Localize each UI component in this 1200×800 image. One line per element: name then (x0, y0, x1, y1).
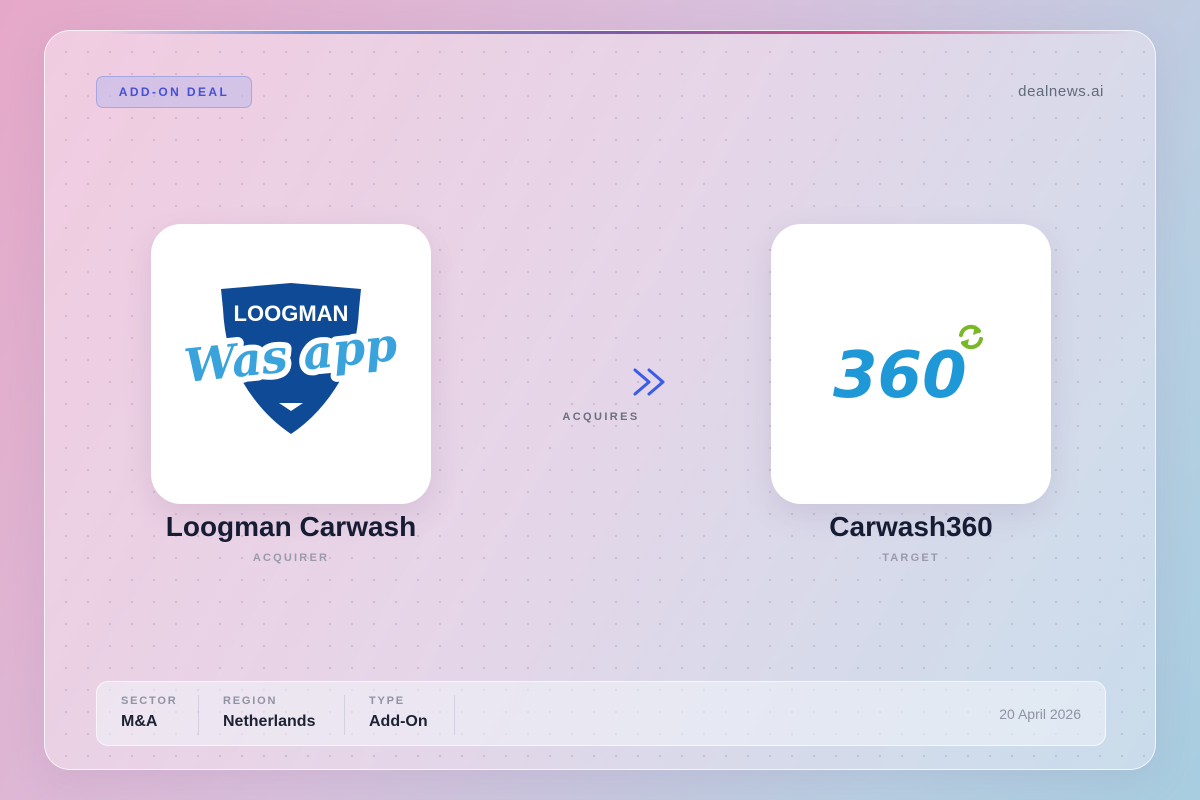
meta-type: TYPE Add-On (369, 695, 455, 735)
acquires-arrow (517, 364, 679, 400)
acquirer-name: Loogman Carwash (165, 511, 417, 542)
logo-text-main: Was app (182, 317, 400, 393)
loogman-washapp-logo: LOOGMAN Was app Was app (181, 283, 401, 434)
brand-name[interactable]: dealnews.ai (1018, 83, 1104, 100)
acquires-label: ACQUIRES (562, 411, 640, 423)
accent-gradient-line (105, 31, 1135, 34)
meta-region-label: REGION (223, 695, 278, 707)
target-logo-card: 360 (771, 224, 1051, 504)
meta-sector-value: M&A (121, 713, 158, 730)
meta-sector-label: SECTOR (121, 695, 178, 707)
acquirer-role: ACQUIRER (252, 552, 330, 564)
carwash360-logo: 360 (833, 324, 983, 413)
refresh-icon (959, 324, 983, 350)
deal-type-badge: ADD-ON DEAL (96, 76, 252, 108)
target-name: Carwash360 (829, 511, 993, 542)
deal-card: ADD-ON DEAL dealnews.ai LOOGMAN Was app … (44, 30, 1156, 770)
double-chevron-arrow-icon (517, 368, 665, 396)
logo-text-360: 360 (833, 339, 967, 413)
meta-type-label: TYPE (369, 695, 405, 707)
meta-region: REGION Netherlands (223, 695, 345, 735)
target-role: TARGET (882, 552, 940, 564)
meta-region-value: Netherlands (223, 713, 316, 730)
deal-date: 20 April 2026 (999, 706, 1081, 722)
deal-meta-bar: SECTOR M&A REGION Netherlands TYPE Add-O… (96, 681, 1106, 746)
meta-sector: SECTOR M&A (121, 695, 199, 735)
meta-type-value: Add-On (369, 713, 428, 730)
logo-text-top: LOOGMAN (234, 301, 349, 326)
acquirer-logo-card: LOOGMAN Was app Was app (151, 224, 431, 504)
